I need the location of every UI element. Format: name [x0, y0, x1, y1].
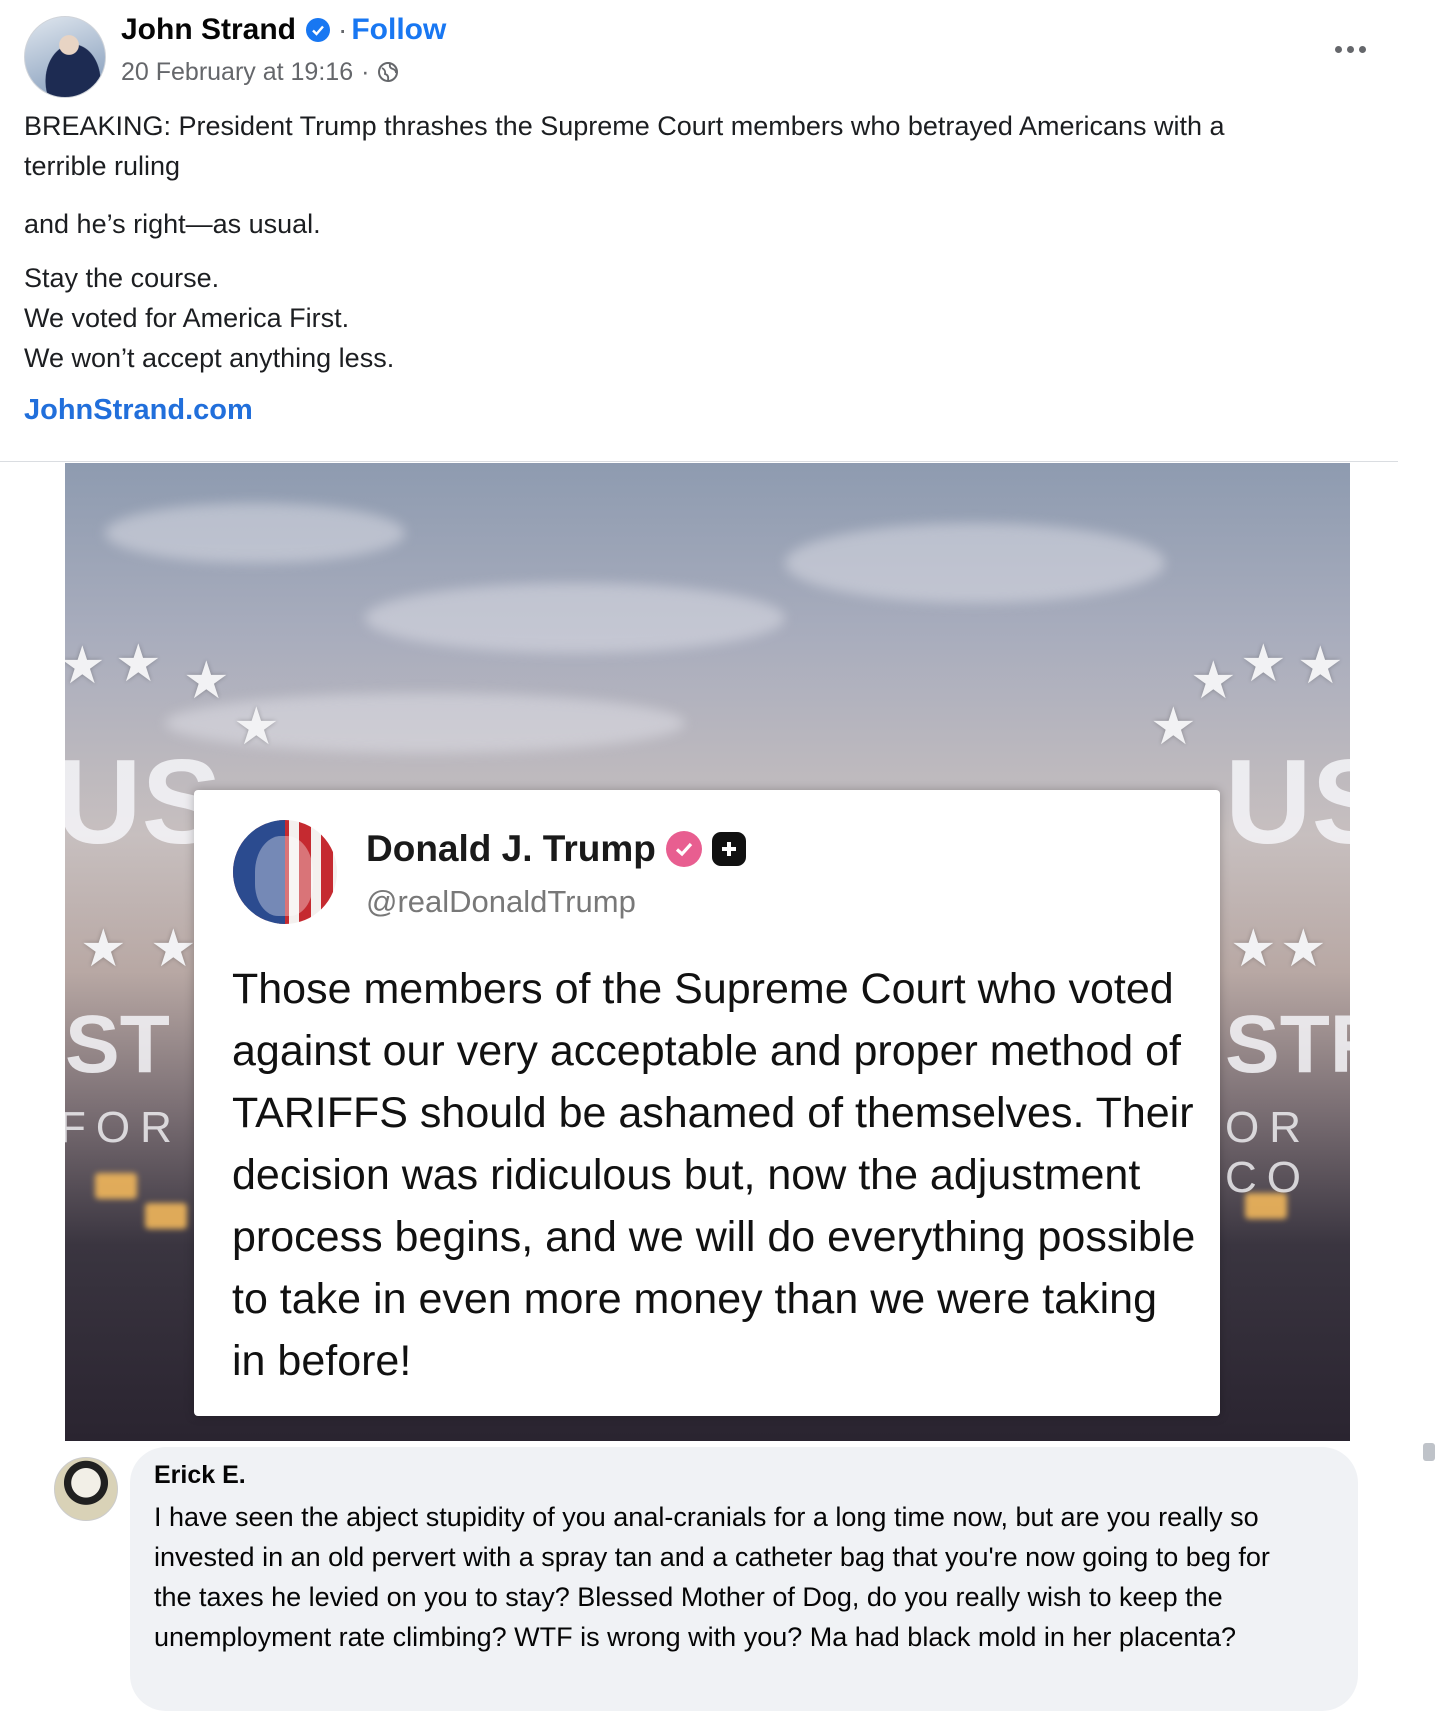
post-paragraph: Stay the course. We voted for America Fi…	[24, 263, 395, 373]
globe-icon	[378, 62, 399, 82]
background-sublettering: OR CO	[1225, 1103, 1311, 1202]
background-lettering: STR	[1225, 999, 1350, 1090]
star-icon: ★	[1230, 920, 1277, 978]
author-row: John Strand · Follow	[121, 12, 446, 48]
truth-avatar	[233, 820, 337, 924]
star-icon: ★	[150, 920, 197, 978]
post-link[interactable]: JohnStrand.com	[24, 394, 253, 427]
star-icon: ★	[1190, 652, 1237, 710]
truth-plus-icon	[711, 832, 746, 866]
star-icon: ★	[183, 652, 230, 710]
post-paragraph: and he’s right—as usual.	[24, 209, 321, 239]
post-timestamp[interactable]: 20 February at 19:16	[121, 58, 353, 87]
background-lettering: ST	[65, 999, 170, 1090]
star-icon: ★	[1280, 920, 1327, 978]
quoted-post-card: Donald J. Trump @realDonaldTrump Those m…	[194, 790, 1220, 1416]
comment-bubble: Erick E. I have seen the abject stupidit…	[130, 1447, 1358, 1711]
post-paragraph: BREAKING: President Trump thrashes the S…	[24, 111, 1225, 181]
city-light	[145, 1203, 187, 1229]
divider	[0, 461, 1398, 462]
comment-author[interactable]: Erick E.	[154, 1461, 246, 1490]
star-icon: ★	[115, 635, 162, 693]
scroll-indicator[interactable]	[1423, 1443, 1435, 1461]
star-icon: ★	[233, 698, 280, 756]
author-name[interactable]: John Strand	[121, 13, 296, 47]
truth-body: Those members of the Supreme Court who v…	[232, 965, 1196, 1385]
star-icon: ★	[1297, 637, 1344, 695]
more-options-icon[interactable]	[1330, 36, 1370, 62]
truth-handle: @realDonaldTrump	[366, 884, 636, 919]
star-icon: ★	[80, 920, 127, 978]
verified-badge-icon	[306, 18, 331, 42]
dot-separator: ·	[338, 14, 348, 45]
truth-author-name: Donald J. Trump	[366, 828, 656, 869]
author-avatar[interactable]	[24, 16, 106, 98]
city-light	[95, 1173, 137, 1199]
star-icon: ★	[65, 637, 106, 695]
truth-name-row: Donald J. Trump	[366, 828, 746, 870]
commenter-avatar[interactable]	[54, 1457, 118, 1521]
background-lettering: US	[1225, 735, 1350, 869]
post-meta: 20 February at 19:16 ·	[121, 56, 399, 88]
star-icon: ★	[1240, 635, 1287, 693]
comment-text: I have seen the abject stupidity of you …	[154, 1502, 1270, 1652]
truth-verified-icon	[665, 831, 702, 867]
meta-dot: ·	[361, 57, 370, 86]
follow-button[interactable]: Follow	[351, 13, 446, 47]
